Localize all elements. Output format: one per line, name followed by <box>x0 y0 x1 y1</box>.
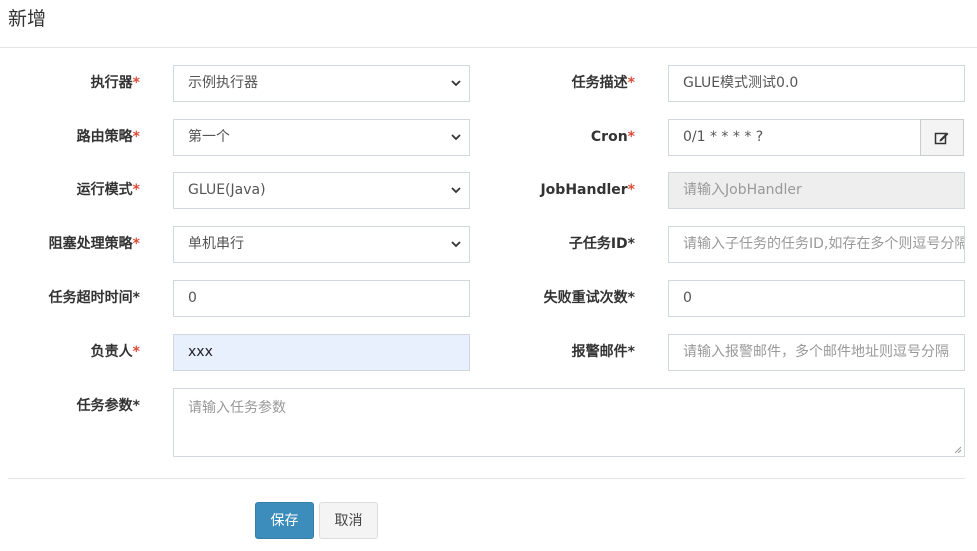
save-button[interactable]: 保存 <box>255 502 314 539</box>
child-job-id-label: 子任务ID* <box>568 236 635 252</box>
timeout-input[interactable]: 0 <box>173 280 470 317</box>
cron-label: Cron* <box>590 129 635 145</box>
executor-param-textarea[interactable]: 请输入任务参数 <box>173 388 965 457</box>
block-strategy-label: 阻塞处理策略* <box>48 236 140 252</box>
run-mode-select[interactable]: GLUE(Java) <box>173 172 470 209</box>
cron-input[interactable]: 0/1 * * * * ? <box>668 119 921 156</box>
executor-select[interactable]: 示例执行器 <box>173 65 470 102</box>
modal-header: 新增 <box>0 0 977 48</box>
job-handler-label: JobHandler* <box>540 182 635 198</box>
alarm-email-input[interactable]: 请输入报警邮件，多个邮件地址则逗号分隔 <box>668 334 965 371</box>
child-job-id-input[interactable]: 请输入子任务的任务ID,如存在多个则逗号分隔 <box>668 226 965 263</box>
job-handler-input[interactable]: 请输入JobHandler <box>668 172 965 209</box>
add-job-modal: 新增 执行器* 示例执行器 任务描述* GLUE模式测试0.0 路由策略* 第一… <box>0 0 977 551</box>
form-divider <box>8 478 965 479</box>
timeout-label: 任务超时时间* <box>48 290 140 306</box>
author-input[interactable]: xxx <box>173 334 470 371</box>
edit-icon <box>934 132 949 144</box>
block-strategy-select[interactable]: 单机串行 <box>173 226 470 263</box>
chevron-down-icon <box>451 241 461 248</box>
author-label: 负责人* <box>90 344 140 360</box>
modal-title: 新增 <box>8 8 47 30</box>
cron-edit-button[interactable] <box>920 119 964 156</box>
chevron-down-icon <box>451 80 461 87</box>
route-strategy-select[interactable]: 第一个 <box>173 119 470 156</box>
executor-param-label: 任务参数* <box>76 398 140 414</box>
cancel-button[interactable]: 取消 <box>319 502 378 539</box>
route-strategy-label: 路由策略* <box>76 129 140 145</box>
chevron-down-icon <box>451 187 461 194</box>
job-desc-label: 任务描述* <box>571 75 635 91</box>
fail-retry-label: 失败重试次数* <box>543 290 635 306</box>
fail-retry-input[interactable]: 0 <box>668 280 965 317</box>
executor-label: 执行器* <box>90 75 140 91</box>
alarm-email-label: 报警邮件* <box>571 344 635 360</box>
resize-grip-icon[interactable] <box>954 446 962 454</box>
run-mode-label: 运行模式* <box>76 182 140 198</box>
job-desc-input[interactable]: GLUE模式测试0.0 <box>668 65 965 102</box>
chevron-down-icon <box>451 134 461 141</box>
